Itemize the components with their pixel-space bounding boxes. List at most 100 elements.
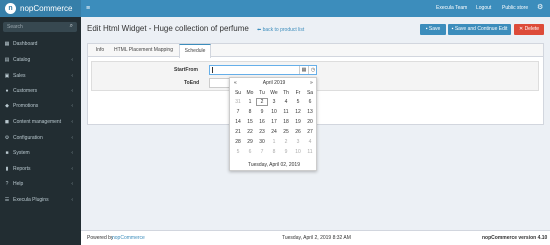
calendar-day[interactable]: 5 <box>232 148 244 156</box>
gear-icon[interactable]: ⚙ <box>537 3 543 13</box>
prev-month-button[interactable]: « <box>234 80 237 86</box>
calendar-day[interactable]: 10 <box>292 148 304 156</box>
calendar-day[interactable]: 26 <box>292 128 304 136</box>
tab-html-placement-mapping[interactable]: HTML Placement Mapping <box>111 44 176 57</box>
back-to-product-list-link[interactable]: ⬅ back to product list <box>257 27 304 34</box>
calendar-day[interactable]: 23 <box>256 128 268 136</box>
calendar-day[interactable]: 13 <box>304 108 316 116</box>
search-input[interactable]: Search ⌕ <box>3 22 77 32</box>
tab-info[interactable]: Info <box>91 44 109 57</box>
save-label: Save <box>428 26 441 32</box>
save-and-continue-button[interactable]: ▪ Save and Continue Edit <box>448 24 511 35</box>
calendar-day[interactable]: 8 <box>244 108 256 116</box>
sidebar-item-content-management[interactable]: ◼ Content management ‹ <box>0 115 81 129</box>
calendar-day[interactable]: 15 <box>244 118 256 126</box>
chevron-left-icon: ‹ <box>71 197 73 203</box>
calendar-day[interactable]: 10 <box>268 108 280 116</box>
calendar-day[interactable]: 16 <box>256 118 268 126</box>
public-store-link[interactable]: Public store <box>502 5 528 12</box>
search-icon[interactable]: ⌕ <box>70 23 73 29</box>
calendar-day[interactable]: 30 <box>256 138 268 146</box>
calendar-day[interactable]: 21 <box>232 128 244 136</box>
book-icon: ▤ <box>4 57 10 63</box>
save-button[interactable]: ▪ Save <box>420 24 446 35</box>
calendar-day[interactable]: 8 <box>268 148 280 156</box>
sidebar-item-system[interactable]: ■ System ‹ <box>0 146 81 160</box>
calendar-day[interactable]: 27 <box>304 128 316 136</box>
weekday-header: Sa <box>306 90 314 96</box>
chevron-left-icon: ‹ <box>71 57 73 63</box>
calendar-day[interactable]: 25 <box>280 128 292 136</box>
calendar-day[interactable]: 2 <box>280 138 292 146</box>
sidebar-item-sales[interactable]: ▣ Sales ‹ <box>0 69 81 83</box>
calendar-day[interactable]: 7 <box>232 108 244 116</box>
sidebar-item-label: Configuration <box>13 135 43 141</box>
sidebar-item-catalog[interactable]: ▤ Catalog ‹ <box>0 53 81 67</box>
cogs-icon: ⚙ <box>4 135 10 141</box>
start-from-field[interactable]: ▦ ◷ <box>209 65 317 75</box>
calendar-day[interactable]: 17 <box>268 118 280 126</box>
calendar-day[interactable]: 11 <box>280 108 292 116</box>
calendar-day[interactable]: 24 <box>268 128 280 136</box>
today-footer[interactable]: Tuesday, April 02, 2019 <box>230 162 318 168</box>
next-month-button[interactable]: » <box>310 80 313 86</box>
version-text: nopCommerce version 4.10 <box>482 235 548 241</box>
calendar-day[interactable]: 9 <box>256 108 268 116</box>
chevron-left-icon: ‹ <box>71 150 73 156</box>
calendar-day[interactable]: 1 <box>268 138 280 146</box>
weekday-header: Th <box>283 90 289 96</box>
calendar-day[interactable]: 29 <box>244 138 256 146</box>
calendar-day[interactable]: 4 <box>304 138 316 146</box>
calendar-day[interactable]: 9 <box>280 148 292 156</box>
calendar-day[interactable]: 3 <box>292 138 304 146</box>
weekday-header: We <box>270 90 278 96</box>
calendar-day[interactable]: 20 <box>304 118 316 126</box>
calendar-day[interactable]: 1 <box>244 98 256 106</box>
calendar-day[interactable]: 3 <box>268 98 280 106</box>
weekday-header: Su <box>234 90 242 96</box>
delete-button[interactable]: ✕ Delete <box>514 24 544 35</box>
user-link[interactable]: Execula Team <box>436 5 467 12</box>
weekday-header: Tu <box>259 90 265 96</box>
calendar-day[interactable]: 6 <box>304 98 316 106</box>
datepicker-popup: « April 2019 » Su Mo Tu We Th Fr Sa 31 1 2 3 4 5 6 7 8… <box>229 77 317 171</box>
text-caret <box>212 67 213 73</box>
sidebar-item-configuration[interactable]: ⚙ Configuration ‹ <box>0 131 81 145</box>
calendar-day[interactable]: 12 <box>292 108 304 116</box>
calendar-day[interactable]: 28 <box>232 138 244 146</box>
list-icon: ☰ <box>4 197 10 203</box>
chevron-left-icon: ‹ <box>71 166 73 172</box>
month-title[interactable]: April 2019 <box>252 80 296 86</box>
calendar-day[interactable]: 6 <box>244 148 256 156</box>
sidebar-item-promotions[interactable]: ◆ Promotions ‹ <box>0 99 81 113</box>
menu-icon[interactable]: ≡ <box>86 4 90 13</box>
calendar-day[interactable]: 4 <box>280 98 292 106</box>
chevron-left-icon: ‹ <box>71 103 73 109</box>
sidebar-item-reports[interactable]: ▮ Reports ‹ <box>0 162 81 176</box>
logo-area[interactable]: n nopCommerce <box>0 0 81 17</box>
tab-schedule[interactable]: Schedule <box>179 44 211 58</box>
clock-icon[interactable]: ◷ <box>308 66 317 74</box>
calendar-icon[interactable]: ▦ <box>299 66 308 74</box>
logout-link[interactable]: Logout <box>476 5 491 12</box>
sidebar-item-customers[interactable]: ● Customers ‹ <box>0 84 81 98</box>
calendar-day[interactable]: 31 <box>232 98 244 106</box>
nopcommerce-logo-icon: n <box>5 3 16 14</box>
calendar-day[interactable]: 11 <box>304 148 316 156</box>
sidebar-item-dashboard[interactable]: ▦ Dashboard <box>0 37 81 51</box>
calendar-day[interactable]: 22 <box>244 128 256 136</box>
sidebar-item-label: Help <box>13 181 24 187</box>
sidebar-item-label: Content management <box>13 119 62 125</box>
calendar-day[interactable]: 14 <box>232 118 244 126</box>
sidebar-item-execula-plugins[interactable]: ☰ Execula Plugins ‹ <box>0 193 81 207</box>
footer: Powered by nopCommerce Tuesday, April 2,… <box>81 230 550 245</box>
nopcommerce-link[interactable]: nopCommerce <box>112 235 145 242</box>
calendar-day[interactable]: 7 <box>256 148 268 156</box>
sidebar: Search ⌕ ▦ Dashboard ▤ Catalog ‹ ▣ Sales… <box>0 17 81 245</box>
calendar-day[interactable]: 18 <box>280 118 292 126</box>
weekday-header: Fr <box>295 90 301 96</box>
calendar-day[interactable]: 19 <box>292 118 304 126</box>
sidebar-item-help[interactable]: ? Help ‹ <box>0 177 81 191</box>
calendar-day[interactable]: 2 <box>256 98 268 106</box>
calendar-day[interactable]: 5 <box>292 98 304 106</box>
